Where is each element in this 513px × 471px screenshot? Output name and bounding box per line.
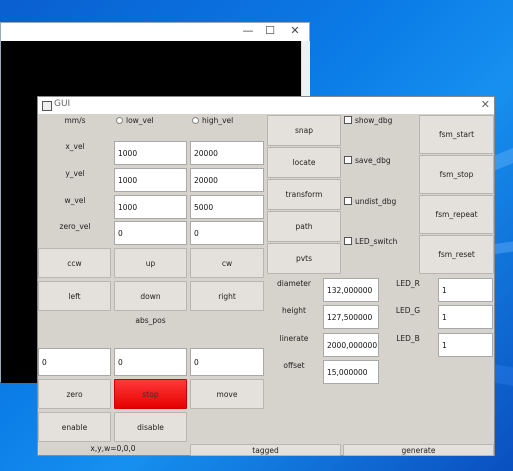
w-vel-high-input[interactable]: 5000 xyxy=(190,195,264,219)
right-button[interactable]: right xyxy=(190,281,264,311)
w-vel-label: w_vel xyxy=(64,196,86,205)
abs-pos-x-input[interactable]: 0 xyxy=(38,348,111,376)
offset-label: offset xyxy=(283,361,305,370)
close-icon[interactable]: ✕ xyxy=(481,98,490,111)
x-vel-low-input[interactable]: 1000 xyxy=(114,141,187,165)
generate-button[interactable]: generate xyxy=(343,444,494,456)
pvts-button[interactable]: pvts xyxy=(267,243,341,274)
maximize-icon[interactable]: ☐ xyxy=(259,24,281,38)
y-vel-low-input[interactable]: 1000 xyxy=(114,168,187,192)
high-vel-label: high_vel xyxy=(202,116,234,125)
abs-pos-y-input[interactable]: 0 xyxy=(114,348,187,376)
up-button[interactable]: up xyxy=(114,248,187,278)
offset-input[interactable]: 15,000000 xyxy=(323,360,379,384)
high-vel-radio[interactable] xyxy=(192,117,199,124)
tagged-button[interactable]: tagged xyxy=(190,444,341,456)
snap-button[interactable]: snap xyxy=(267,115,341,146)
led-switch-checkbox[interactable] xyxy=(344,237,352,245)
save-dbg-checkbox[interactable] xyxy=(344,156,352,164)
close-icon[interactable]: ✕ xyxy=(284,24,306,38)
led-switch-label: LED_switch xyxy=(355,237,398,246)
zero-vel-low-input[interactable]: 0 xyxy=(114,221,187,245)
gui-window: GUI ✕ mm/s low_vel high_vel x_vel 1000 2… xyxy=(37,96,495,456)
window-title: GUI xyxy=(54,99,71,109)
abs-pos-label: abs_pos xyxy=(135,316,166,325)
path-button[interactable]: path xyxy=(267,211,341,242)
abs-pos-w-input[interactable]: 0 xyxy=(190,348,264,376)
w-vel-low-input[interactable]: 1000 xyxy=(114,195,187,219)
minimize-icon[interactable]: — xyxy=(237,24,259,38)
height-input[interactable]: 127,500000 xyxy=(323,305,379,329)
led-g-label: LED_G xyxy=(395,306,421,315)
led-r-input[interactable]: 1 xyxy=(438,278,493,302)
cw-button[interactable]: cw xyxy=(190,248,264,278)
locate-button[interactable]: locate xyxy=(267,147,341,178)
status-text: x,y,w=0,0,0 xyxy=(90,444,136,453)
undist-dbg-label: undist_dbg xyxy=(355,197,397,206)
led-b-input[interactable]: 1 xyxy=(438,333,493,357)
ccw-button[interactable]: ccw xyxy=(38,248,111,278)
fsm-repeat-button[interactable]: fsm_repeat xyxy=(419,195,494,234)
led-g-input[interactable]: 1 xyxy=(438,305,493,329)
down-button[interactable]: down xyxy=(114,281,187,311)
low-vel-radio[interactable] xyxy=(116,117,123,124)
led-b-label: LED_B xyxy=(396,334,420,343)
diameter-label: diameter xyxy=(277,279,311,288)
enable-button[interactable]: enable xyxy=(38,412,111,442)
y-vel-label: y_vel xyxy=(65,169,85,178)
fsm-start-button[interactable]: fsm_start xyxy=(419,115,494,154)
linerate-label: linerate xyxy=(279,334,309,343)
move-button[interactable]: move xyxy=(190,379,264,409)
fsm-stop-button[interactable]: fsm_stop xyxy=(419,155,494,194)
undist-dbg-checkbox[interactable] xyxy=(344,197,352,205)
fsm-reset-button[interactable]: fsm_reset xyxy=(419,235,494,274)
zero-vel-label: zero_vel xyxy=(59,222,91,231)
zero-button[interactable]: zero xyxy=(38,379,111,409)
disable-button[interactable]: disable xyxy=(114,412,187,442)
app-icon xyxy=(42,101,52,111)
y-vel-high-input[interactable]: 20000 xyxy=(190,168,264,192)
units-label: mm/s xyxy=(64,116,86,125)
x-vel-label: x_vel xyxy=(65,142,85,151)
show-dbg-checkbox[interactable] xyxy=(344,116,352,124)
linerate-input[interactable]: 2000,000000 xyxy=(323,333,379,357)
background-window-titlebar[interactable]: — ☐ ✕ xyxy=(1,23,309,41)
show-dbg-label: show_dbg xyxy=(355,116,393,125)
save-dbg-label: save_dbg xyxy=(355,156,391,165)
zero-vel-high-input[interactable]: 0 xyxy=(190,221,264,245)
gui-titlebar[interactable]: GUI ✕ xyxy=(38,97,494,114)
low-vel-label: low_vel xyxy=(126,116,154,125)
height-label: height xyxy=(282,306,306,315)
left-button[interactable]: left xyxy=(38,281,111,311)
stop-button[interactable]: stop xyxy=(114,379,187,409)
led-r-label: LED_R xyxy=(396,279,420,288)
transform-button[interactable]: transform xyxy=(267,179,341,210)
x-vel-high-input[interactable]: 20000 xyxy=(190,141,264,165)
diameter-input[interactable]: 132,000000 xyxy=(323,278,379,302)
